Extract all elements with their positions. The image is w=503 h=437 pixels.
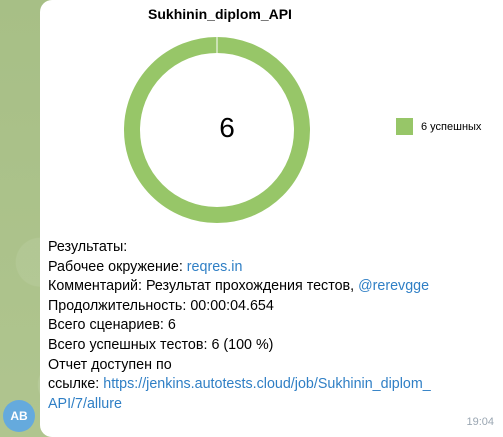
env-link[interactable]: reqres.in [187,259,243,275]
report-chart[interactable]: Sukhinin_diplom_API 6 6 успешных [40,0,503,235]
comment-label: Комментарий: [48,278,143,295]
passed-row: Всего успешных тестов: 6 (100 %) [48,336,493,356]
donut-center-value: 6 [219,112,235,143]
results-heading: Результаты: [48,239,128,255]
duration-row: Продолжительность: 00:00:04.654 [48,297,493,317]
passed-label: Всего успешных тестов: [48,336,208,353]
comment-text: Результат прохождения тестов, [146,278,355,295]
env-row: Рабочее окружение: reqres.in [48,258,493,278]
legend-label: 6 успешных [421,120,482,133]
avatar-initials: AB [10,409,28,423]
report-line2: ссылке: https://jenkins.autotests.cloud/… [48,375,493,395]
report-link[interactable]: https://jenkins.autotests.cloud/job/Sukh… [103,376,430,392]
comment-row: Комментарий: Результат прохождения тесто… [48,277,493,297]
chart-legend: 6 успешных [396,118,481,135]
duration-value: 00:00:04.654 [190,297,274,314]
scenarios-value: 6 [167,317,176,334]
env-label: Рабочее окружение: [48,258,183,275]
report-line1: Отчет доступен по [48,356,172,373]
report-line3: API/7/allure [48,395,493,415]
duration-label: Продолжительность: [48,297,187,314]
legend-swatch [396,118,413,135]
comment-mention-link[interactable]: @rerevgge [358,278,429,294]
message-bubble: Sukhinin_diplom_API 6 6 успешных Результ… [40,0,503,437]
sender-avatar[interactable]: AB [3,400,35,432]
report-label: ссылке: [48,376,100,393]
message-text: Результаты: Рабочее окружение: reqres.in… [48,238,493,414]
message-timestamp: 19:04 [466,416,494,428]
scenarios-row: Всего сценариев: 6 [48,316,493,336]
scenarios-label: Всего сценариев: [48,317,164,334]
report-link-continued[interactable]: API/7/allure [48,396,122,412]
passed-value: 6 (100 %) [211,336,274,353]
